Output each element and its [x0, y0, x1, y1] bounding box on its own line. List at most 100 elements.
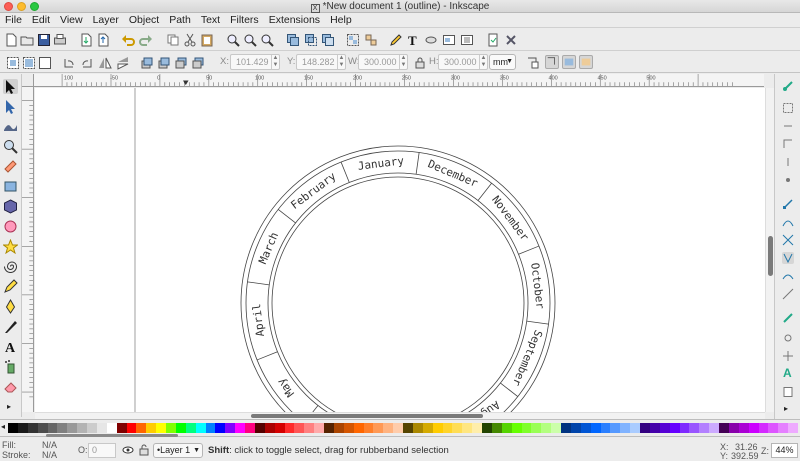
palette-swatch[interactable]	[294, 423, 305, 433]
eraser-tool-icon[interactable]	[3, 379, 18, 394]
open-icon[interactable]	[20, 33, 34, 47]
palette-swatch[interactable]	[551, 423, 561, 433]
xml-editor-icon[interactable]	[424, 33, 438, 47]
node-tool-icon[interactable]	[3, 99, 18, 114]
palette-swatch[interactable]	[383, 423, 394, 433]
opacity-input[interactable]: 0	[88, 443, 116, 458]
palette-swatch[interactable]	[87, 423, 97, 433]
palette-swatch[interactable]	[570, 423, 581, 433]
palette-swatch[interactable]	[521, 423, 532, 433]
zoom-selection-icon[interactable]	[226, 33, 240, 47]
palette-swatch[interactable]	[274, 423, 285, 433]
palette-swatch[interactable]	[669, 423, 680, 433]
horizontal-scroll-thumb[interactable]	[251, 414, 483, 418]
palette-swatch[interactable]	[363, 423, 374, 433]
palette-swatch[interactable]	[67, 423, 78, 433]
unlink-clone-icon[interactable]	[321, 33, 335, 47]
pen-tool-icon[interactable]	[3, 299, 18, 314]
flip-vertical-icon[interactable]	[116, 56, 130, 70]
palette-swatch[interactable]	[106, 423, 117, 433]
snap-midpoint-icon[interactable]	[782, 288, 794, 300]
snap-text-baseline-icon[interactable]: A	[782, 366, 794, 378]
palette-swatch[interactable]	[126, 423, 137, 433]
new-document-icon[interactable]	[4, 33, 18, 47]
palette-swatch[interactable]	[442, 423, 453, 433]
menu-extensions[interactable]: Extensions	[264, 13, 325, 27]
lower-to-bottom-icon[interactable]	[191, 56, 205, 70]
palette-swatch[interactable]	[422, 423, 433, 433]
palette-swatch[interactable]	[17, 423, 28, 433]
palette-swatch[interactable]	[501, 423, 512, 433]
palette-swatches[interactable]	[8, 423, 798, 433]
palette-swatch[interactable]	[324, 423, 334, 433]
snap-page-icon[interactable]	[782, 386, 794, 398]
scale-stroke-icon[interactable]	[526, 56, 540, 70]
transform-gradients-icon[interactable]	[562, 55, 576, 69]
palette-swatch[interactable]	[610, 423, 621, 433]
palette-menu-icon[interactable]: ◂	[1, 422, 5, 431]
palette-swatch[interactable]	[640, 423, 650, 433]
palette-swatch[interactable]	[393, 423, 403, 433]
palette-swatch[interactable]	[77, 423, 87, 433]
clone-icon[interactable]	[304, 33, 318, 47]
menu-filters[interactable]: Filters	[225, 13, 264, 27]
palette-swatch[interactable]	[472, 423, 482, 433]
palette-swatch[interactable]	[304, 423, 315, 433]
print-icon[interactable]	[53, 33, 67, 47]
palette-swatch[interactable]	[57, 423, 68, 433]
palette-swatch[interactable]	[353, 423, 364, 433]
x-input[interactable]: 101.429 ▲ ▼	[230, 54, 280, 70]
group-icon[interactable]	[346, 33, 360, 47]
palette-swatch[interactable]	[728, 423, 739, 433]
zoom-page-icon[interactable]	[260, 33, 274, 47]
ungroup-icon[interactable]	[364, 33, 378, 47]
palette-swatch[interactable]	[788, 423, 798, 433]
zoom-input[interactable]: 44%	[771, 443, 798, 458]
palette-swatch[interactable]	[580, 423, 591, 433]
snap-rotation-center-icon[interactable]	[782, 350, 794, 362]
snap-paths-icon[interactable]	[782, 216, 794, 228]
palette-swatch[interactable]	[156, 423, 166, 433]
palette-swatch[interactable]	[205, 423, 216, 433]
snap-bbox-corner-icon[interactable]	[782, 138, 794, 150]
selector-tool-icon[interactable]	[3, 79, 18, 94]
menu-path[interactable]: Path	[164, 13, 196, 27]
layer-visibility-icon[interactable]	[122, 444, 134, 456]
menu-file[interactable]: File	[0, 13, 27, 27]
palette-scrollbar[interactable]	[46, 434, 178, 437]
horizontal-scrollbar[interactable]	[35, 412, 765, 419]
palette-swatch[interactable]	[679, 423, 690, 433]
palette-swatch[interactable]	[185, 423, 196, 433]
palette-swatch[interactable]	[452, 423, 463, 433]
undo-icon[interactable]	[121, 33, 135, 47]
palette-swatch[interactable]	[541, 423, 552, 433]
snapbar-more-arrow[interactable]: ▸	[784, 404, 788, 413]
align-distribute-icon[interactable]	[460, 33, 474, 47]
flip-horizontal-icon[interactable]	[98, 56, 112, 70]
palette-swatch[interactable]	[531, 423, 542, 433]
export-icon[interactable]	[96, 33, 110, 47]
palette-swatch[interactable]	[373, 423, 384, 433]
palette-swatch[interactable]	[96, 423, 107, 433]
palette-swatch[interactable]	[758, 423, 769, 433]
palette-swatch[interactable]	[27, 423, 38, 433]
y-input[interactable]: 148.282 ▲ ▼	[296, 54, 346, 70]
unit-select[interactable]: mm ▼	[489, 54, 516, 70]
palette-swatch[interactable]	[116, 423, 127, 433]
snap-bbox-center-icon[interactable]	[782, 174, 794, 186]
menu-edit[interactable]: Edit	[27, 13, 55, 27]
tweak-tool-icon[interactable]	[3, 119, 18, 134]
spray-tool-icon[interactable]	[3, 359, 18, 374]
palette-swatch[interactable]	[748, 423, 759, 433]
palette-swatch[interactable]	[689, 423, 700, 433]
rotate-ccw-icon[interactable]	[62, 56, 76, 70]
vertical-scroll-thumb[interactable]	[768, 236, 773, 276]
palette-swatch[interactable]	[314, 423, 324, 433]
h-input[interactable]: 300.000 ▲ ▼	[438, 54, 488, 70]
palette-swatch[interactable]	[432, 423, 443, 433]
palette-swatch[interactable]	[719, 423, 729, 433]
menu-help[interactable]: Help	[325, 13, 357, 27]
duplicate-icon[interactable]	[286, 33, 300, 47]
deselect-icon[interactable]	[38, 56, 52, 70]
palette-swatch[interactable]	[284, 423, 295, 433]
